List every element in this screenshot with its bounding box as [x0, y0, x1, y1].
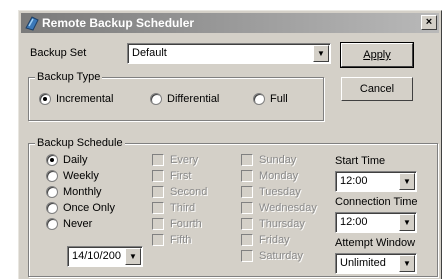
- checkbox-box[interactable]: [152, 170, 164, 182]
- checkbox-every[interactable]: Every: [152, 154, 198, 166]
- checkbox-box[interactable]: [241, 234, 253, 246]
- backup-set-label: Backup Set: [30, 47, 87, 59]
- radio-dot[interactable]: [39, 93, 51, 105]
- checkbox-fifth[interactable]: Fifth: [152, 234, 191, 246]
- backup-set-select[interactable]: Default ▼: [127, 43, 331, 64]
- radio-dot[interactable]: [253, 93, 265, 105]
- checkbox-label: Monday: [259, 170, 299, 182]
- checkbox-box[interactable]: [152, 186, 164, 198]
- radio-label: Once Only: [63, 202, 115, 214]
- checkbox-label: Fifth: [170, 234, 192, 246]
- checkbox-box[interactable]: [241, 154, 253, 166]
- checkbox-box[interactable]: [241, 202, 253, 214]
- checkbox-box[interactable]: [152, 234, 164, 246]
- radio-full[interactable]: Full: [253, 93, 288, 105]
- checkbox-label: Saturday: [259, 250, 304, 262]
- checkbox-label: Fourth: [170, 218, 202, 230]
- checkbox-label: Wednesday: [259, 202, 317, 214]
- title-bar: Remote Backup Scheduler ×: [21, 13, 439, 33]
- checkbox-tuesday[interactable]: Tuesday: [241, 186, 301, 198]
- radio-differential[interactable]: Differential: [150, 93, 219, 105]
- checkbox-box[interactable]: [241, 170, 253, 182]
- checkbox-box[interactable]: [241, 250, 253, 262]
- radio-monthly[interactable]: Monthly: [46, 186, 102, 198]
- radio-label: Monthly: [63, 186, 102, 198]
- checkbox-monday[interactable]: Monday: [241, 170, 298, 182]
- checkbox-label: Friday: [259, 234, 290, 246]
- backup-set-value: Default: [132, 47, 167, 59]
- checkbox-box[interactable]: [241, 186, 253, 198]
- start-time-label: Start Time: [335, 155, 386, 167]
- radio-dot[interactable]: [46, 202, 58, 214]
- chevron-down-icon[interactable]: ▼: [399, 255, 415, 272]
- start-time-value: 12:00: [340, 175, 368, 187]
- radio-dot[interactable]: [150, 93, 162, 105]
- checkbox-label: Thursday: [259, 218, 305, 230]
- backup-scheduler-dialog: Remote Backup Scheduler × Backup Set Def…: [18, 10, 442, 279]
- radio-dot[interactable]: [46, 186, 58, 198]
- checkbox-wednesday[interactable]: Wednesday: [241, 202, 317, 214]
- radio-label: Incremental: [56, 93, 114, 105]
- radio-never[interactable]: Never: [46, 218, 92, 230]
- checkbox-thursday[interactable]: Thursday: [241, 218, 305, 230]
- radio-dot[interactable]: [46, 154, 58, 166]
- chevron-down-icon[interactable]: ▼: [399, 173, 415, 190]
- checkbox-label: Sunday: [259, 154, 297, 166]
- radio-label: Full: [270, 93, 288, 105]
- radio-incremental[interactable]: Incremental: [39, 93, 113, 105]
- checkbox-second[interactable]: Second: [152, 186, 207, 198]
- backup-schedule-legend: Backup Schedule: [35, 137, 125, 149]
- window-title: Remote Backup Scheduler: [42, 16, 195, 30]
- chevron-down-icon[interactable]: ▼: [125, 248, 141, 265]
- backup-app-icon: [25, 16, 39, 31]
- checkbox-label: Tuesday: [259, 186, 301, 198]
- backup-type-legend: Backup Type: [35, 71, 103, 83]
- checkbox-sunday[interactable]: Sunday: [241, 154, 296, 166]
- checkbox-third[interactable]: Third: [152, 202, 195, 214]
- close-button[interactable]: ×: [421, 15, 437, 30]
- checkbox-fourth[interactable]: Fourth: [152, 218, 202, 230]
- radio-label: Daily: [63, 154, 88, 166]
- attempt-window-value: Unlimited: [340, 257, 386, 269]
- checkbox-box[interactable]: [241, 218, 253, 230]
- radio-once-only[interactable]: Once Only: [46, 202, 115, 214]
- attempt-window-select[interactable]: Unlimited ▼: [335, 253, 417, 274]
- checkbox-box[interactable]: [152, 218, 164, 230]
- radio-weekly[interactable]: Weekly: [46, 170, 99, 182]
- chevron-down-icon[interactable]: ▼: [399, 214, 415, 231]
- radio-dot[interactable]: [46, 218, 58, 230]
- date-picker[interactable]: 14/10/200 ▼: [67, 246, 143, 267]
- apply-button-label: Apply: [363, 49, 391, 61]
- connection-time-select[interactable]: 12:00 ▼: [335, 212, 417, 233]
- connection-time-value: 12:00: [340, 216, 368, 228]
- radio-label: Never: [63, 218, 93, 230]
- chevron-down-icon[interactable]: ▼: [313, 45, 329, 62]
- radio-label: Weekly: [63, 170, 99, 182]
- start-time-select[interactable]: 12:00 ▼: [335, 171, 417, 192]
- checkbox-box[interactable]: [152, 202, 164, 214]
- date-value: 14/10/200: [72, 250, 121, 262]
- checkbox-label: Every: [170, 154, 199, 166]
- radio-daily[interactable]: Daily: [46, 154, 87, 166]
- checkbox-label: Second: [170, 186, 208, 198]
- checkbox-box[interactable]: [152, 154, 164, 166]
- cancel-button[interactable]: Cancel: [341, 77, 413, 101]
- checkbox-saturday[interactable]: Saturday: [241, 250, 303, 262]
- checkbox-label: First: [170, 170, 192, 182]
- checkbox-first[interactable]: First: [152, 170, 191, 182]
- checkbox-friday[interactable]: Friday: [241, 234, 290, 246]
- attempt-window-label: Attempt Window: [335, 237, 416, 249]
- checkbox-label: Third: [170, 202, 196, 214]
- radio-dot[interactable]: [46, 170, 58, 182]
- apply-button[interactable]: Apply: [340, 42, 414, 68]
- radio-label: Differential: [167, 93, 220, 105]
- connection-time-label: Connection Time: [335, 196, 418, 208]
